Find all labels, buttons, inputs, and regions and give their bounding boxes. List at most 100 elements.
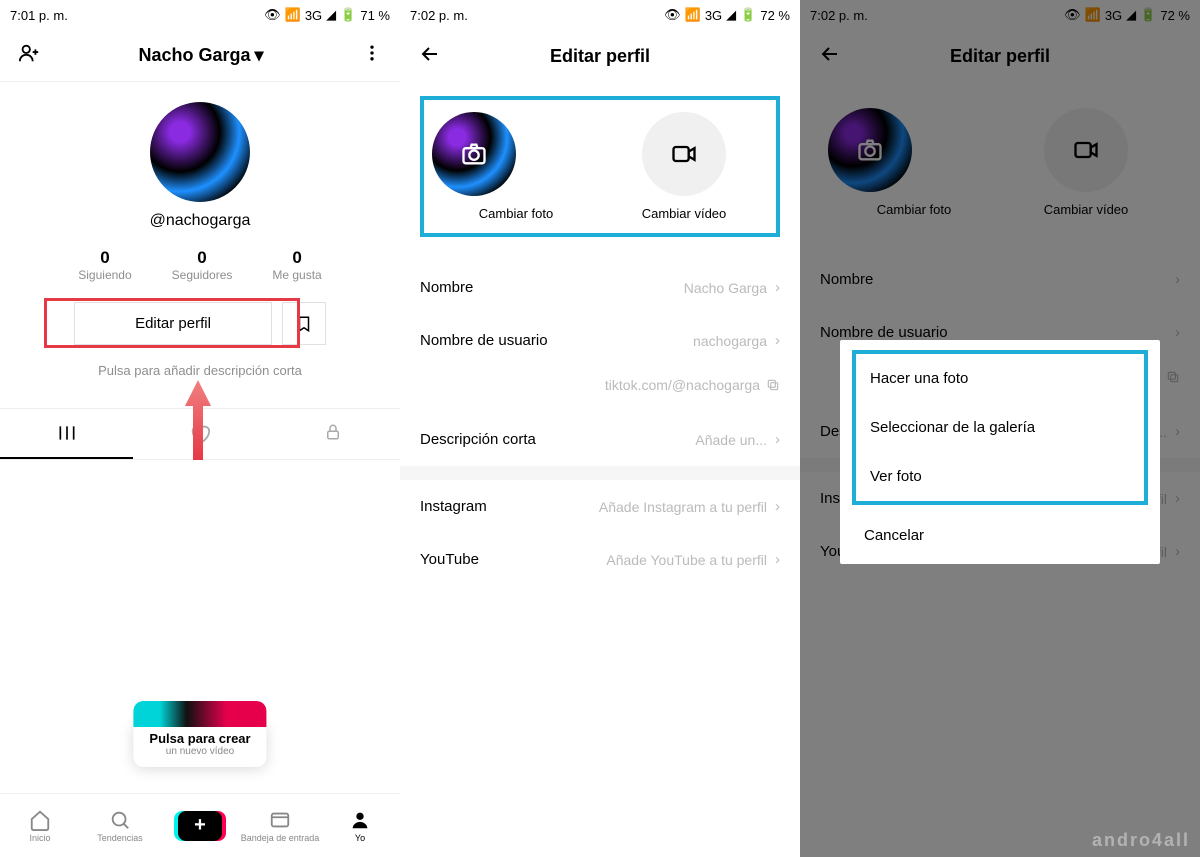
eye-icon: 👁 (664, 7, 681, 23)
change-photo-button[interactable]: Cambiar foto (432, 112, 600, 221)
photo-options-dialog: Hacer una foto Seleccionar de la galería… (840, 340, 1160, 564)
screen-photo-dialog: 7:02 p. m. 👁 📶 3G ◢ 🔋 72 % Editar perfil… (800, 0, 1200, 857)
screen-edit-profile: 7:02 p. m. 👁 📶 3G ◢ 🔋 72 % Editar perfil… (400, 0, 800, 857)
chevron-right-icon: › (775, 498, 780, 515)
tab-liked[interactable] (133, 409, 266, 459)
field-bio[interactable]: Descripción corta Añade un... › (400, 413, 800, 466)
following-label: Siguiendo (78, 268, 131, 282)
instagram-value: Añade Instagram a tu perfil (599, 499, 767, 515)
copy-icon (766, 378, 780, 392)
chevron-down-icon: ▾ (255, 45, 264, 66)
option-take-photo[interactable]: Hacer una foto (856, 354, 1144, 403)
field-instagram[interactable]: Instagram Añade Instagram a tu perfil › (400, 480, 800, 533)
change-photo-label: Cambiar foto (432, 206, 600, 221)
nav-inbox[interactable]: Bandeja de entrada (240, 794, 320, 857)
instagram-label: Instagram (420, 498, 599, 515)
edit-header: Editar perfil (400, 30, 800, 82)
create-tooltip[interactable]: Pulsa para crear un nuevo vídeo (133, 721, 266, 767)
avatar[interactable] (150, 102, 250, 202)
bottom-nav: Inicio Tendencias + Bandeja de entrada Y… (0, 793, 400, 857)
battery-label: 72 % (760, 8, 790, 23)
edit-row: Editar perfil (0, 302, 400, 345)
wifi-icon: 📶 (285, 7, 301, 23)
bookmark-button[interactable] (282, 302, 326, 345)
status-bar: 7:01 p. m. 👁 📶 3G ◢ 🔋 71 % (0, 0, 400, 30)
nav-home[interactable]: Inicio (0, 794, 80, 857)
name-value: Nacho Garga (684, 280, 767, 296)
content-tabs (0, 408, 400, 460)
name-label: Nombre (420, 279, 684, 296)
edit-title: Editar perfil (442, 46, 758, 67)
nav-trends[interactable]: Tendencias (80, 794, 160, 857)
field-youtube[interactable]: YouTube Añade YouTube a tu perfil › (400, 533, 800, 586)
stat-followers[interactable]: 0 Seguidores (172, 248, 233, 282)
signal-icon: ◢ (326, 7, 336, 23)
bio-hint[interactable]: Pulsa para añadir descripción corta (0, 363, 400, 378)
avatar-icon (432, 112, 516, 196)
battery-icon: 🔋 (340, 7, 356, 23)
followers-label: Seguidores (172, 268, 233, 282)
followers-count: 0 (172, 248, 233, 268)
status-bar: 7:02 p. m. 👁 📶 3G ◢ 🔋 72 % (400, 0, 800, 30)
profile-link[interactable]: tiktok.com/@nachogarga (400, 367, 800, 413)
signal-icon: ◢ (726, 7, 736, 23)
chevron-right-icon: › (775, 431, 780, 448)
eye-icon: 👁 (264, 7, 281, 23)
plus-icon: + (178, 811, 222, 841)
bio-label: Descripción corta (420, 431, 695, 448)
username-handle: @nachogarga (0, 212, 400, 230)
back-icon[interactable] (418, 42, 442, 71)
wifi-icon: 📶 (685, 7, 701, 23)
stat-following[interactable]: 0 Siguiendo (78, 248, 131, 282)
likes-count: 0 (272, 248, 321, 268)
username-label: Nombre de usuario (420, 332, 693, 349)
more-icon[interactable] (362, 43, 382, 68)
status-right: 👁 📶 3G ◢ 🔋 71 % (264, 7, 390, 23)
likes-label: Me gusta (272, 268, 321, 282)
username-value: nachogarga (693, 333, 767, 349)
chevron-right-icon: › (775, 332, 780, 349)
option-cancel[interactable]: Cancelar (840, 511, 1160, 560)
field-name[interactable]: Nombre Nacho Garga › (400, 261, 800, 314)
watermark: andro4all (1092, 830, 1190, 851)
add-friend-icon[interactable] (18, 42, 40, 69)
status-time: 7:01 p. m. (10, 8, 68, 23)
youtube-value: Añade YouTube a tu perfil (606, 552, 767, 568)
option-gallery[interactable]: Seleccionar de la galería (856, 403, 1144, 452)
nav-create[interactable]: + (160, 794, 240, 857)
change-video-button[interactable]: Cambiar vídeo (600, 112, 768, 221)
chevron-right-icon: › (775, 279, 780, 296)
profile-name-dropdown[interactable]: Nacho Garga ▾ (138, 45, 263, 66)
tip-title: Pulsa para crear (149, 731, 250, 746)
chevron-right-icon: › (775, 551, 780, 568)
status-time: 7:02 p. m. (410, 8, 468, 23)
option-view-photo[interactable]: Ver foto (856, 452, 1144, 501)
change-video-label: Cambiar vídeo (600, 206, 768, 221)
stats-row: 0 Siguiendo 0 Seguidores 0 Me gusta (0, 248, 400, 282)
highlight-box: Hacer una foto Seleccionar de la galería… (852, 350, 1148, 505)
tip-subtitle: un nuevo vídeo (149, 746, 250, 757)
divider (400, 466, 800, 480)
profile-name-label: Nacho Garga (138, 45, 250, 66)
stat-likes[interactable]: 0 Me gusta (272, 248, 321, 282)
screen-profile: 7:01 p. m. 👁 📶 3G ◢ 🔋 71 % Nacho Garga ▾… (0, 0, 400, 857)
nav-home-label: Inicio (29, 833, 50, 843)
battery-icon: 🔋 (740, 7, 756, 23)
change-media-row: Cambiar foto Cambiar vídeo (420, 96, 780, 237)
tab-grid[interactable] (0, 409, 133, 459)
nav-inbox-label: Bandeja de entrada (241, 833, 320, 843)
video-icon (642, 112, 726, 196)
link-text: tiktok.com/@nachogarga (605, 377, 760, 393)
status-right: 👁 📶 3G ◢ 🔋 72 % (664, 7, 790, 23)
nav-me[interactable]: Yo (320, 794, 400, 857)
tab-private[interactable] (267, 409, 400, 459)
nav-me-label: Yo (355, 833, 365, 843)
edit-profile-button[interactable]: Editar perfil (74, 302, 272, 345)
profile-header: Nacho Garga ▾ (0, 30, 400, 82)
field-username[interactable]: Nombre de usuario nachogarga › (400, 314, 800, 367)
following-count: 0 (78, 248, 131, 268)
network-label: 3G (705, 8, 722, 23)
youtube-label: YouTube (420, 551, 606, 568)
network-label: 3G (305, 8, 322, 23)
battery-label: 71 % (360, 8, 390, 23)
